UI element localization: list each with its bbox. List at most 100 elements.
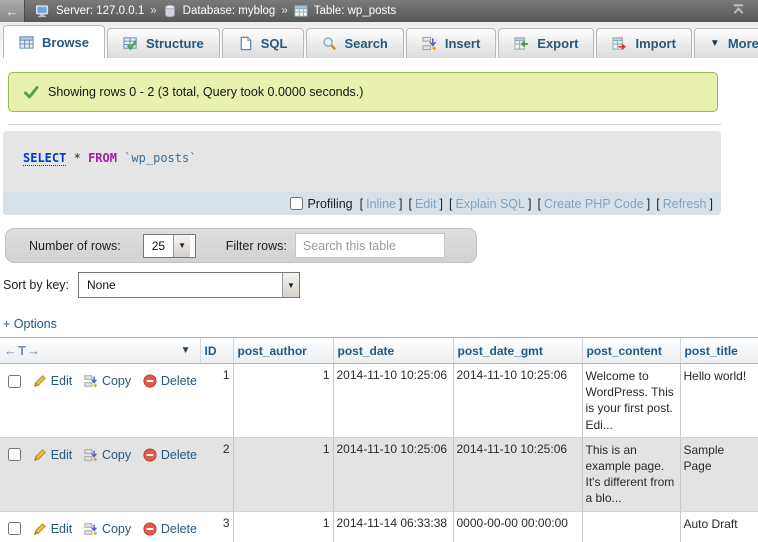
create-php-code-link[interactable]: Create PHP Code	[544, 197, 644, 211]
inline-link[interactable]: Inline	[366, 197, 396, 211]
table-row: Edit Copy Delete 2 1 201	[0, 437, 758, 511]
refresh-link[interactable]: Refresh	[663, 197, 707, 211]
edit-pencil-icon[interactable]	[33, 374, 47, 388]
sort-row: Sort by key: None ▼	[3, 272, 758, 298]
table-header-row: ←T→ ▼ ID post_author post_date post_date…	[0, 338, 758, 364]
edit-query-link[interactable]: Edit	[415, 197, 437, 211]
column-reorder-icon[interactable]: ←T→	[4, 343, 41, 358]
status-message: Showing rows 0 - 2 (3 total, Query took …	[8, 72, 718, 112]
copy-row-icon[interactable]	[84, 374, 98, 388]
tab-sql[interactable]: SQL	[222, 28, 304, 58]
bracket: [	[408, 197, 411, 211]
delete-row-icon[interactable]	[143, 448, 157, 462]
structure-icon	[123, 36, 138, 51]
copy-row-link[interactable]: Copy	[102, 374, 131, 388]
edit-row-link[interactable]: Edit	[51, 374, 73, 388]
delete-row-icon[interactable]	[143, 522, 157, 536]
row-select-checkbox[interactable]	[8, 375, 21, 388]
tab-insert[interactable]: Insert	[406, 28, 496, 58]
column-header-post-date[interactable]: post_date	[333, 338, 453, 364]
back-arrow-icon: ←	[6, 4, 19, 19]
column-header-id[interactable]: ID	[200, 338, 233, 364]
back-button[interactable]: ←	[0, 0, 25, 22]
delete-row-link[interactable]: Delete	[161, 522, 197, 536]
explain-sql-link[interactable]: Explain SQL	[455, 197, 524, 211]
copy-row-icon[interactable]	[84, 522, 98, 536]
sql-keyword-from: FROM	[88, 151, 117, 165]
number-of-rows-label: Number of rows:	[29, 239, 121, 253]
bracket: ]	[647, 197, 650, 211]
divider	[8, 124, 721, 125]
number-of-rows-value: 25	[144, 235, 173, 257]
cell-post-title: Auto Draft	[680, 511, 758, 542]
sql-table-identifier: `wp_posts`	[124, 151, 196, 165]
breadcrumb-separator: »	[150, 5, 156, 17]
delete-row-link[interactable]: Delete	[161, 448, 197, 462]
search-icon	[322, 36, 337, 51]
server-icon	[35, 4, 50, 19]
tab-label: Insert	[445, 36, 480, 51]
cell-post-author: 1	[233, 437, 333, 511]
sql-query-box: SELECT * FROM `wp_posts` Profiling [ Inl…	[3, 131, 721, 215]
tab-structure[interactable]: Structure	[107, 28, 220, 58]
cell-post-date-gmt: 0000-00-00 00:00:00	[453, 511, 582, 542]
bracket: [	[360, 197, 363, 211]
delete-row-link[interactable]: Delete	[161, 374, 197, 388]
cell-post-date: 2014-11-10 10:25:06	[333, 437, 453, 511]
filter-search-input[interactable]	[295, 233, 445, 258]
breadcrumb-server[interactable]: Server: 127.0.0.1	[56, 5, 144, 17]
tab-export[interactable]: Export	[498, 28, 594, 58]
column-header-post-title[interactable]: post_title	[680, 338, 758, 364]
tab-label: Structure	[146, 36, 204, 51]
insert-icon	[422, 36, 437, 51]
copy-row-link[interactable]: Copy	[102, 522, 131, 536]
results-controls-bar: Number of rows: 25 ▼ Filter rows:	[5, 228, 477, 263]
row-select-checkbox[interactable]	[8, 448, 21, 461]
edit-pencil-icon[interactable]	[33, 448, 47, 462]
sort-options-icon[interactable]: ▼	[181, 345, 196, 356]
table-icon	[294, 4, 308, 18]
delete-row-icon[interactable]	[143, 374, 157, 388]
row-select-checkbox[interactable]	[8, 522, 21, 535]
tab-label: Search	[345, 36, 388, 51]
select-dropdown-icon[interactable]: ▼	[173, 235, 190, 257]
breadcrumb-table[interactable]: Table: wp_posts	[314, 5, 396, 17]
row-actions-cell: Edit Copy Delete	[0, 364, 200, 438]
cell-post-content	[582, 511, 680, 542]
sql-query-text: SELECT * FROM `wp_posts`	[3, 131, 721, 165]
copy-row-link[interactable]: Copy	[102, 448, 131, 462]
query-toolbar: Profiling [ Inline ] [ Edit ] [ Explain …	[3, 192, 721, 215]
sort-by-key-select[interactable]: None ▼	[78, 272, 300, 298]
column-header-post-content[interactable]: post_content	[582, 338, 680, 364]
tab-import[interactable]: Import	[596, 28, 691, 58]
column-header-post-date-gmt[interactable]: post_date_gmt	[453, 338, 582, 364]
edit-row-link[interactable]: Edit	[51, 448, 73, 462]
tab-label: SQL	[261, 36, 288, 51]
row-actions-cell: Edit Copy Delete	[0, 511, 200, 542]
status-message-text: Showing rows 0 - 2 (3 total, Query took …	[48, 85, 363, 99]
profiling-checkbox[interactable]	[290, 197, 303, 210]
copy-row-icon[interactable]	[84, 448, 98, 462]
collapse-top-icon[interactable]	[731, 3, 746, 19]
cell-post-date: 2014-11-14 06:33:38	[333, 511, 453, 542]
cell-id: 2	[200, 437, 233, 511]
number-of-rows-select[interactable]: 25 ▼	[143, 234, 196, 258]
edit-pencil-icon[interactable]	[33, 522, 47, 536]
row-actions-cell: Edit Copy Delete	[0, 437, 200, 511]
select-dropdown-icon[interactable]: ▼	[282, 273, 299, 297]
cell-post-date-gmt: 2014-11-10 10:25:06	[453, 437, 582, 511]
bracket: [	[537, 197, 540, 211]
table-row: Edit Copy Delete 3 1 201	[0, 511, 758, 542]
tab-search[interactable]: Search	[306, 28, 404, 58]
edit-row-link[interactable]: Edit	[51, 522, 73, 536]
tab-more[interactable]: ▼ More	[694, 28, 758, 58]
options-toggle-link[interactable]: + Options	[3, 317, 57, 331]
sql-keyword-select[interactable]: SELECT	[23, 151, 66, 166]
column-header-post-author[interactable]: post_author	[233, 338, 333, 364]
cell-post-author: 1	[233, 511, 333, 542]
bracket: [	[656, 197, 659, 211]
tab-label: More	[728, 36, 758, 51]
breadcrumb-database[interactable]: Database: myblog	[183, 5, 276, 17]
tab-browse[interactable]: Browse	[3, 25, 105, 58]
tab-label: Browse	[42, 35, 89, 50]
